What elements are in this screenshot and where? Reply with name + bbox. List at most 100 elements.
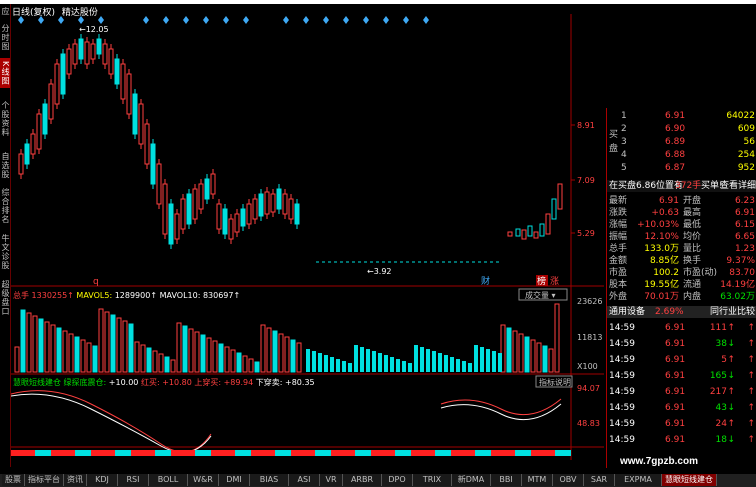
bid-level-row[interactable]: 2 6.90 609 [607,123,756,135]
indicator-tab[interactable]: TRIX [413,474,452,486]
signal-strip-segment [27,450,35,456]
nav-item-0[interactable]: 应用 [0,6,10,16]
candle-body [557,183,563,210]
nav-item-4[interactable]: 自选股 [0,150,10,180]
tab-industry-compare[interactable]: 同行业比较 [710,306,755,318]
bid-level-row[interactable]: 4 6.88 254 [607,149,756,161]
volume-bar [104,311,110,373]
signal-diamond [163,16,169,24]
indicator-tab-bar: 股票 指标平台 资讯 KDJ RSI BOLL W&R DMI BIAS ASI VR ARBR DPO… [0,474,756,487]
volume-bar [408,363,412,372]
signal-strip-segment [563,450,571,456]
volume-bar [530,339,536,373]
candle-body [156,163,162,205]
candle-body [507,231,513,237]
volume-bar [44,321,50,373]
signal-strip-segment [507,450,515,456]
volume-bar [50,324,56,373]
signal-strip-segment [371,450,379,456]
bid-level-row[interactable]: 5 6.87 952 [607,162,756,174]
indicator-tab[interactable]: MTM [522,474,553,486]
signal-diamond [363,16,369,24]
quote-label: 市盈(动) [683,268,718,278]
nav-item-5[interactable]: 综合排名 [0,186,10,226]
arrow-up-icon: ↑ [727,355,735,365]
indicator-tab[interactable]: 新DMA [452,474,491,486]
bid-level: 4 [621,150,627,160]
candle-body [258,193,264,217]
indicator-tab[interactable]: W&R [188,474,219,486]
nav-item-2[interactable]: K线图 [0,58,10,88]
marker-zhang[interactable]: 涨 [550,276,559,287]
indicator-tab[interactable]: EXPMA [615,474,662,486]
indicator-tab-label: VR [325,475,337,484]
volume-bar [312,351,316,372]
indicator-tab[interactable]: BOLL [149,474,188,486]
signal-strip-segment [515,450,523,456]
tick-volume: 43 [715,403,727,413]
indicator-tab[interactable]: DPO [382,474,413,486]
indicator-tab[interactable]: RSI [118,474,149,486]
nav-item-7[interactable]: 超级盘口 [0,278,10,318]
kline-chart-svg[interactable]: 8.91 7.09 5.29 ←12.05 ←3.92 q 财 榜涨总手 1330255↑ M… [11,4,604,460]
order-status-row[interactable]: 在买盘6.86位置有 372手 买单! 查看详细 [607,180,756,192]
nav-item-1[interactable]: 分时图 [0,22,10,52]
quote-row: 涨幅 +10.03% 最低 6.15 [607,219,756,231]
volume-bar [74,336,80,373]
order-status-text: 在买盘6.86位置有 [609,181,684,191]
view-detail-link[interactable]: 查看详细 [720,180,756,192]
volume-bar [432,351,436,372]
indicator-tab[interactable]: 股票 [2,474,25,486]
indicator-tab-label: TRIX [422,475,442,484]
volume-bar [330,357,334,372]
signal-strip-segment [123,450,131,456]
candle-body [282,193,288,215]
tick-price: 6.91 [665,435,686,445]
indicator-tab[interactable]: BBI [491,474,522,486]
volume-bar [140,344,146,373]
signal-strip-segment [11,450,19,456]
indicator-tab[interactable]: 资讯 [64,474,87,486]
candle-body [36,113,42,150]
indicator-tab[interactable]: VR [320,474,343,486]
nav-item-6[interactable]: 牛文诊股 [0,232,10,272]
signal-strip-segment [451,450,459,456]
signal-strip-segment [299,450,307,456]
indicator-tab[interactable]: ASI [289,474,320,486]
volume-bar [524,336,530,373]
volume-bar [272,330,278,373]
marker-cai[interactable]: 财 [481,275,490,287]
indicator-tab[interactable]: 指标平台 [25,474,64,486]
quote-value: +0.63 [651,208,679,218]
signal-strip-segment [347,450,355,456]
quote-value: 14.19亿 [720,280,755,290]
indicator-tab-label: 股票 [5,475,21,484]
indicator-tab[interactable]: KDJ [87,474,118,486]
signal-strip-segment [75,450,83,456]
marker-bang[interactable]: 榜 [537,275,546,287]
tab-sector[interactable]: 通用设备 [609,306,645,318]
indicator-tab[interactable]: OBV [553,474,584,486]
bid-level-row[interactable]: 3 6.89 56 [607,136,756,148]
indicator-tab[interactable]: DMI [219,474,250,486]
volume-select-label: 成交量 ▾ [525,290,556,300]
indicator-tab[interactable]: BIAS [250,474,289,486]
indicator-tab[interactable]: ARBR [343,474,382,486]
tick-row: 14:59 6.91 38 ↓ ↑ [607,338,756,350]
quote-row: 股本 19.55亿 流通 14.19亿 [607,279,756,291]
volume-bar [474,345,478,372]
volume-bar [260,324,266,373]
nav-item-label: 分时图 [1,23,10,51]
indicator-tab[interactable]: 慧眼短线建仓 [662,474,717,486]
marker-q[interactable]: q [93,277,99,287]
nav-item-3[interactable]: 个股资料 [0,94,10,144]
tick-row: 14:59 6.91 43 ↓ ↑ [607,402,756,414]
bid-volume: 254 [737,150,755,160]
quote-value: 6.65 [734,232,755,242]
volume-bar [306,349,310,372]
arrow-up-icon: ↑ [747,435,755,445]
bid-level-row[interactable]: 1 6.91 64022 [607,110,756,122]
indicator-tab[interactable]: SAR [584,474,615,486]
signal-strip-segment [251,450,259,456]
kline-chart-area[interactable]: 8.91 7.09 5.29 ←12.05 ←3.92 q 财 榜涨总手 1330255↑ M… [11,4,604,460]
